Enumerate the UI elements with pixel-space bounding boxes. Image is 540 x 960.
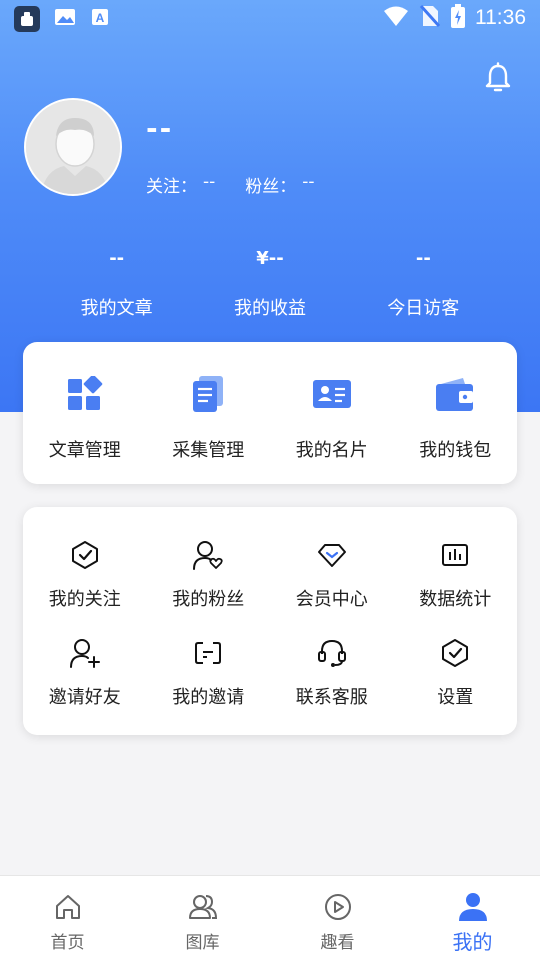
bar-chart-icon bbox=[394, 539, 518, 571]
main-tools-card: 文章管理 采集管理 我的名片 我的钱包 bbox=[23, 342, 517, 484]
tool-article-management[interactable]: 文章管理 bbox=[23, 342, 147, 484]
tool-my-follows[interactable]: 我的关注 bbox=[23, 539, 147, 637]
tool-invite-friends[interactable]: 邀请好友 bbox=[23, 637, 147, 735]
stat-visitors[interactable]: -- 今日访客 bbox=[347, 248, 500, 320]
stat-value: -- bbox=[415, 248, 431, 269]
nav-watch[interactable]: 趣看 bbox=[270, 876, 405, 960]
image-icon bbox=[54, 7, 76, 31]
app-icon bbox=[14, 6, 40, 32]
avatar[interactable] bbox=[24, 98, 122, 196]
gallery-icon bbox=[135, 892, 270, 922]
nav-home[interactable]: 首页 bbox=[0, 876, 135, 960]
invite-icon bbox=[147, 637, 271, 669]
tool-business-card[interactable]: 我的名片 bbox=[270, 342, 394, 484]
tool-collect-management[interactable]: 采集管理 bbox=[147, 342, 271, 484]
fans-label: 粉丝： bbox=[245, 177, 297, 197]
tool-label: 邀请好友 bbox=[48, 687, 121, 708]
stat-articles[interactable]: -- 我的文章 bbox=[40, 248, 193, 320]
following-label: 关注： bbox=[146, 177, 197, 197]
stat-label: 我的收益 bbox=[233, 298, 306, 319]
stat-label: 我的文章 bbox=[80, 298, 153, 319]
tool-member-center[interactable]: 会员中心 bbox=[270, 539, 394, 637]
tool-settings[interactable]: 设置 bbox=[394, 637, 518, 735]
documents-icon bbox=[147, 374, 271, 414]
shield-check-icon bbox=[23, 539, 147, 571]
svg-text:A: A bbox=[96, 11, 105, 25]
tool-label: 我的钱包 bbox=[419, 440, 492, 461]
nav-profile[interactable]: 我的 bbox=[405, 876, 540, 960]
tool-label: 数据统计 bbox=[419, 589, 492, 610]
wifi-icon bbox=[383, 5, 409, 31]
stats-row: -- 我的文章 ¥-- 我的收益 -- 今日访客 bbox=[40, 248, 500, 320]
tool-label: 我的粉丝 bbox=[172, 589, 245, 610]
nav-gallery[interactable]: 图库 bbox=[135, 876, 270, 960]
tool-label: 联系客服 bbox=[295, 687, 368, 708]
tool-label: 我的名片 bbox=[295, 440, 368, 461]
stat-value: -- bbox=[109, 248, 125, 269]
a-icon: A bbox=[90, 7, 110, 31]
following-count[interactable]: -- bbox=[203, 172, 215, 197]
tool-my-invites[interactable]: 我的邀请 bbox=[147, 637, 271, 735]
tool-label: 我的邀请 bbox=[172, 687, 245, 708]
user-plus-icon bbox=[23, 637, 147, 669]
diamond-icon bbox=[270, 539, 394, 571]
tool-customer-service[interactable]: 联系客服 bbox=[270, 637, 394, 735]
card-icon bbox=[270, 374, 394, 414]
tool-label: 我的关注 bbox=[48, 589, 121, 610]
tool-label: 文章管理 bbox=[48, 440, 121, 461]
tool-wallet[interactable]: 我的钱包 bbox=[394, 342, 518, 484]
follow-stats: 关注： -- 粉丝： -- bbox=[146, 172, 315, 197]
tool-data-stats[interactable]: 数据统计 bbox=[394, 539, 518, 637]
status-time: 11:36 bbox=[475, 6, 526, 29]
nav-label: 图库 bbox=[185, 933, 220, 953]
nav-label: 趣看 bbox=[320, 933, 355, 953]
more-tools-card: 我的关注 我的粉丝 会员中心 数据统计 邀请好友 我的邀请 联系客服 设置 bbox=[23, 507, 517, 735]
no-sim-icon bbox=[419, 4, 441, 32]
bottom-nav: 首页 图库 趣看 我的 bbox=[0, 875, 540, 960]
settings-icon bbox=[394, 637, 518, 669]
tool-label: 设置 bbox=[437, 687, 474, 708]
home-icon bbox=[0, 892, 135, 922]
battery-charging-icon bbox=[451, 4, 465, 32]
user-heart-icon bbox=[147, 539, 271, 571]
stat-earnings[interactable]: ¥-- 我的收益 bbox=[193, 248, 346, 320]
nav-label: 首页 bbox=[50, 933, 85, 953]
wallet-icon bbox=[394, 374, 518, 414]
grid-icon bbox=[23, 374, 147, 414]
tool-my-fans[interactable]: 我的粉丝 bbox=[147, 539, 271, 637]
headset-icon bbox=[270, 637, 394, 669]
nickname: -- bbox=[146, 112, 174, 145]
bell-icon[interactable] bbox=[482, 62, 514, 94]
profile-icon bbox=[405, 892, 540, 922]
stat-value: ¥-- bbox=[256, 248, 284, 269]
tool-label: 会员中心 bbox=[295, 589, 368, 610]
tool-label: 采集管理 bbox=[172, 440, 245, 461]
nav-label: 我的 bbox=[452, 930, 493, 954]
play-icon bbox=[270, 892, 405, 922]
fans-count[interactable]: -- bbox=[302, 172, 314, 197]
stat-label: 今日访客 bbox=[387, 298, 460, 319]
status-bar: A 11:36 bbox=[0, 0, 540, 36]
